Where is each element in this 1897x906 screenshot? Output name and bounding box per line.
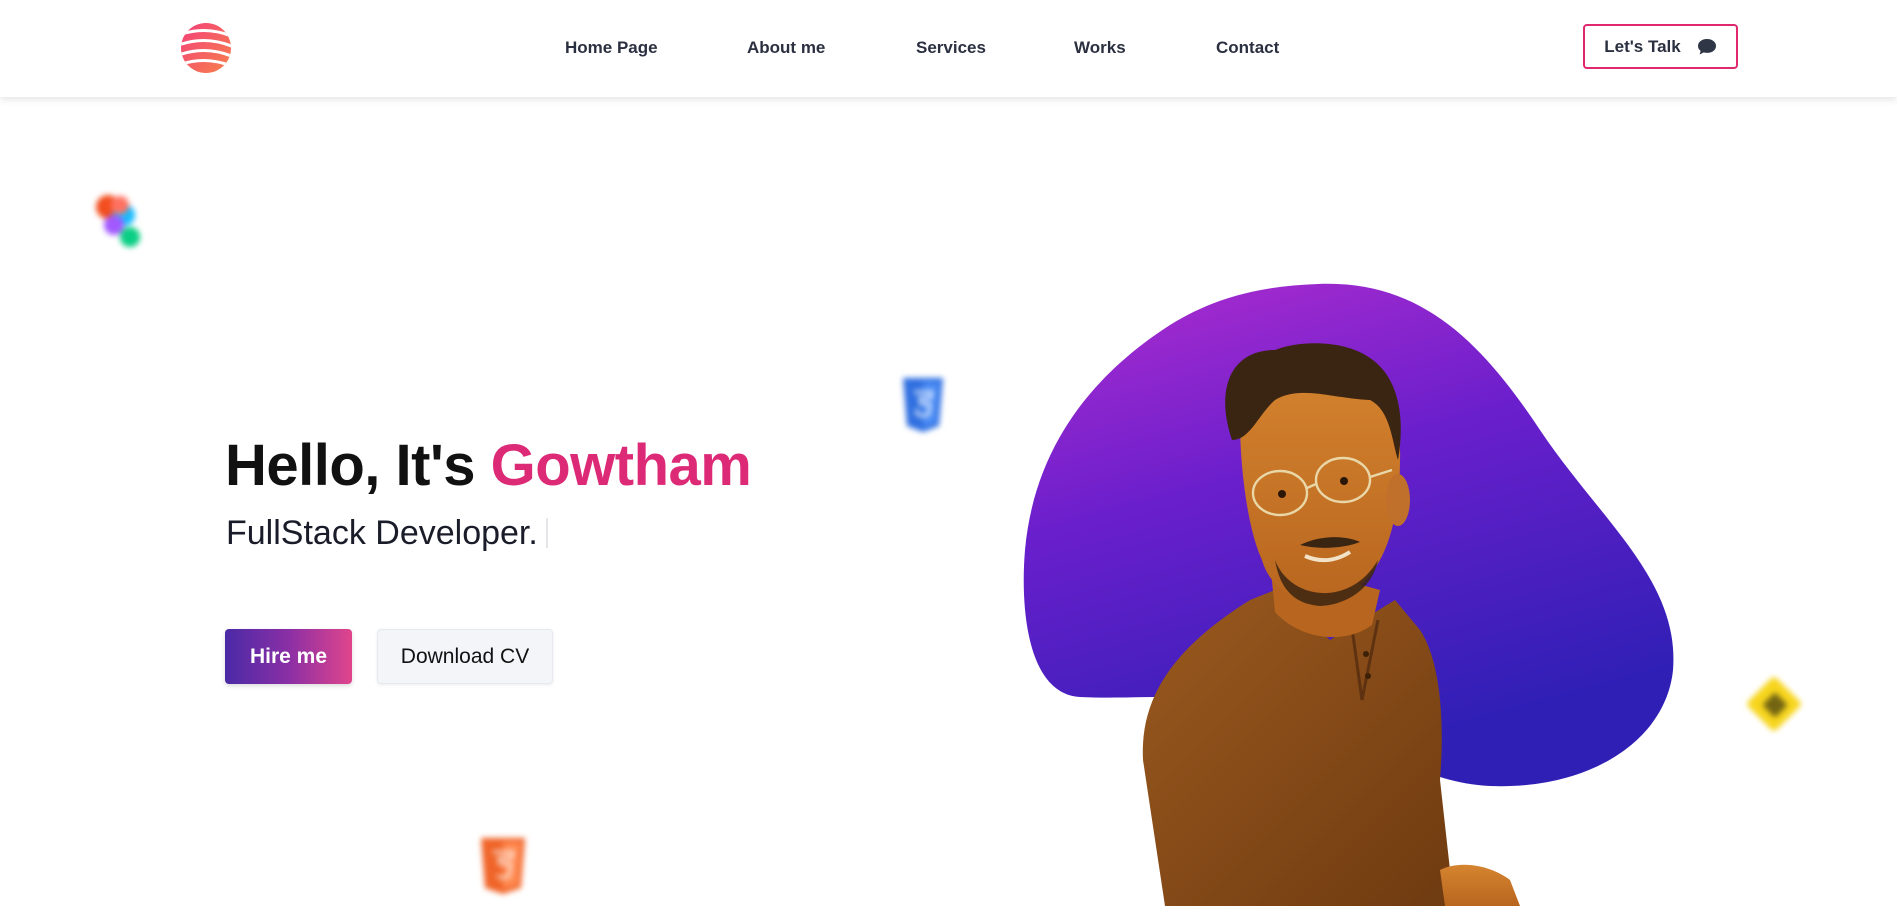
lets-talk-button[interactable]: Let's Talk [1583, 24, 1738, 69]
hero-name: Gowtham [490, 433, 752, 498]
download-cv-button[interactable]: Download CV [377, 629, 553, 684]
typed-role-text: FullStack Developer. [226, 514, 538, 552]
hire-me-button[interactable]: Hire me [225, 629, 352, 684]
figma-icon [96, 195, 140, 247]
css3-icon [903, 378, 943, 432]
typing-caret [545, 518, 548, 548]
site-header: Home Page About me Services Works Contac… [0, 0, 1897, 97]
nav-services[interactable]: Services [916, 38, 986, 58]
lets-talk-label: Let's Talk [1604, 36, 1681, 56]
html5-icon [481, 838, 525, 894]
chat-bubble-icon [1697, 38, 1716, 54]
nav-contact[interactable]: Contact [1216, 38, 1279, 58]
nav-works[interactable]: Works [1074, 38, 1126, 58]
hero-greeting: Hello, It's [225, 433, 491, 498]
hero-portrait [1023, 283, 1674, 906]
javascript-icon [1747, 677, 1801, 731]
nav-home-page[interactable]: Home Page [565, 38, 658, 58]
hero-subtitle: FullStack Developer. [226, 514, 548, 553]
hero-title: Hello, It's Gowtham [225, 432, 752, 499]
nav-about-me[interactable]: About me [747, 38, 825, 58]
